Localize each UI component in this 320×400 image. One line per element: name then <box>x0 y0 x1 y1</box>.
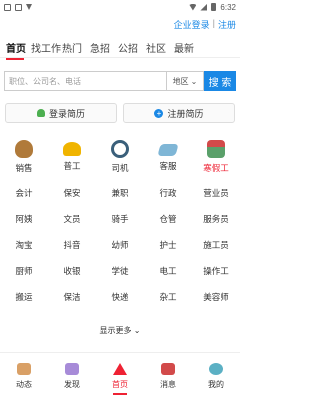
nav-home[interactable]: 首页 <box>96 353 144 400</box>
nav-label: 消息 <box>160 380 176 389</box>
category-item[interactable]: 仓管 <box>144 213 192 225</box>
category-label: 销售 <box>15 163 33 173</box>
nav-discover[interactable]: 发现 <box>48 353 96 400</box>
category-label: 普工 <box>63 161 81 171</box>
gift-box-icon <box>207 140 225 158</box>
profile-icon <box>209 363 223 375</box>
login-resume-button[interactable]: 登录简历 <box>5 103 117 123</box>
category-label: 司机 <box>111 163 129 173</box>
category-item[interactable]: 施工员 <box>192 239 240 251</box>
company-login-link[interactable]: 企业登录 <box>174 18 210 31</box>
category-item[interactable]: 快递 <box>96 291 144 303</box>
money-bag-icon <box>15 140 33 158</box>
search-input[interactable]: 职位、公司名、电话 <box>4 71 166 91</box>
category-item[interactable]: 会计 <box>0 187 48 199</box>
chevron-down-icon: ⌄ <box>190 76 198 86</box>
sim-icon <box>15 3 22 11</box>
category-customer-service[interactable]: 客服 <box>144 140 192 180</box>
category-item[interactable]: 收银 <box>48 265 96 277</box>
bottom-nav: 动态 发现 首页 消息 我的 <box>0 352 240 400</box>
nav-profile[interactable]: 我的 <box>192 353 240 400</box>
status-bar: 6:32 <box>0 0 240 14</box>
news-icon <box>17 363 31 375</box>
category-row: 阿姨 文员 骑手 仓管 服务员 <box>0 206 240 232</box>
category-item[interactable]: 阿姨 <box>0 213 48 225</box>
keyboard-icon <box>157 144 179 156</box>
wifi-icon <box>189 3 197 11</box>
nav-messages[interactable]: 消息 <box>144 353 192 400</box>
category-item[interactable]: 兼职 <box>96 187 144 199</box>
nav-news[interactable]: 动态 <box>0 353 48 400</box>
signal-icon <box>200 3 208 11</box>
category-row: 淘宝 抖音 幼师 护士 施工员 <box>0 232 240 258</box>
register-link[interactable]: 注册 <box>218 18 236 31</box>
hard-hat-icon <box>63 142 81 156</box>
category-item[interactable]: 淘宝 <box>0 239 48 251</box>
category-item[interactable]: 杂工 <box>144 291 192 303</box>
category-item[interactable]: 厨师 <box>0 265 48 277</box>
steering-wheel-icon <box>111 140 129 158</box>
category-item[interactable]: 骑手 <box>96 213 144 225</box>
category-item[interactable]: 电工 <box>144 265 192 277</box>
category-item[interactable]: 幼师 <box>96 239 144 251</box>
category-item[interactable]: 美容师 <box>192 291 240 303</box>
area-label: 地区 <box>172 76 189 86</box>
show-more-button[interactable]: 显示更多 ⌄ <box>0 325 240 336</box>
category-general-worker[interactable]: 普工 <box>48 140 96 180</box>
nav-label: 我的 <box>208 380 224 389</box>
category-driver[interactable]: 司机 <box>96 140 144 180</box>
category-item[interactable]: 保洁 <box>48 291 96 303</box>
category-item[interactable]: 学徒 <box>96 265 144 277</box>
battery-icon <box>211 3 217 11</box>
category-item[interactable]: 保安 <box>48 187 96 199</box>
show-more-label: 显示更多 <box>99 326 132 335</box>
divider <box>0 57 240 58</box>
category-item[interactable]: 护士 <box>144 239 192 251</box>
category-item[interactable]: 抖音 <box>48 239 96 251</box>
message-icon <box>161 363 175 375</box>
nav-label: 首页 <box>112 380 128 389</box>
job-category-grid: 销售 普工 司机 客服 寒假工 会计 保安 兼职 行政 营业员 阿姨 文员 骑手… <box>0 140 240 310</box>
app-notification-icon <box>4 3 11 11</box>
icon-category-row: 销售 普工 司机 客服 寒假工 <box>0 140 240 180</box>
area-select[interactable]: 地区 ⌄ <box>166 71 204 91</box>
category-item[interactable]: 行政 <box>144 187 192 199</box>
category-sales[interactable]: 销售 <box>0 140 48 180</box>
resume-actions: 登录简历 + 注册简历 <box>5 103 235 123</box>
category-label: 客服 <box>159 161 177 171</box>
category-winter-job[interactable]: 寒假工 <box>192 140 240 180</box>
register-resume-label: 注册简历 <box>167 108 204 119</box>
category-item[interactable]: 操作工 <box>192 265 240 277</box>
category-item[interactable]: 营业员 <box>192 187 240 199</box>
separator: | <box>212 18 215 28</box>
category-label: 寒假工 <box>203 163 229 173</box>
nav-label: 发现 <box>64 380 80 389</box>
download-icon <box>26 4 32 10</box>
search-button[interactable]: 搜 索 <box>204 71 236 91</box>
category-item[interactable]: 文员 <box>48 213 96 225</box>
chevron-down-icon: ⌄ <box>133 326 141 335</box>
user-icon <box>36 109 45 117</box>
category-row: 搬运 保洁 快递 杂工 美容师 <box>0 284 240 310</box>
nav-label: 动态 <box>16 380 32 389</box>
home-icon <box>113 363 127 375</box>
status-time: 6:32 <box>220 2 236 12</box>
register-resume-button[interactable]: + 注册简历 <box>123 103 235 123</box>
category-item[interactable]: 服务员 <box>192 213 240 225</box>
plus-icon: + <box>154 108 164 118</box>
login-resume-label: 登录简历 <box>48 108 85 119</box>
category-row: 会计 保安 兼职 行政 营业员 <box>0 180 240 206</box>
search-bar: 职位、公司名、电话 地区 ⌄ 搜 索 <box>4 71 236 91</box>
category-row: 厨师 收银 学徒 电工 操作工 <box>0 258 240 284</box>
top-links: 企业登录 | 注册 <box>174 18 236 31</box>
category-item[interactable]: 搬运 <box>0 291 48 303</box>
discover-icon <box>65 363 79 375</box>
